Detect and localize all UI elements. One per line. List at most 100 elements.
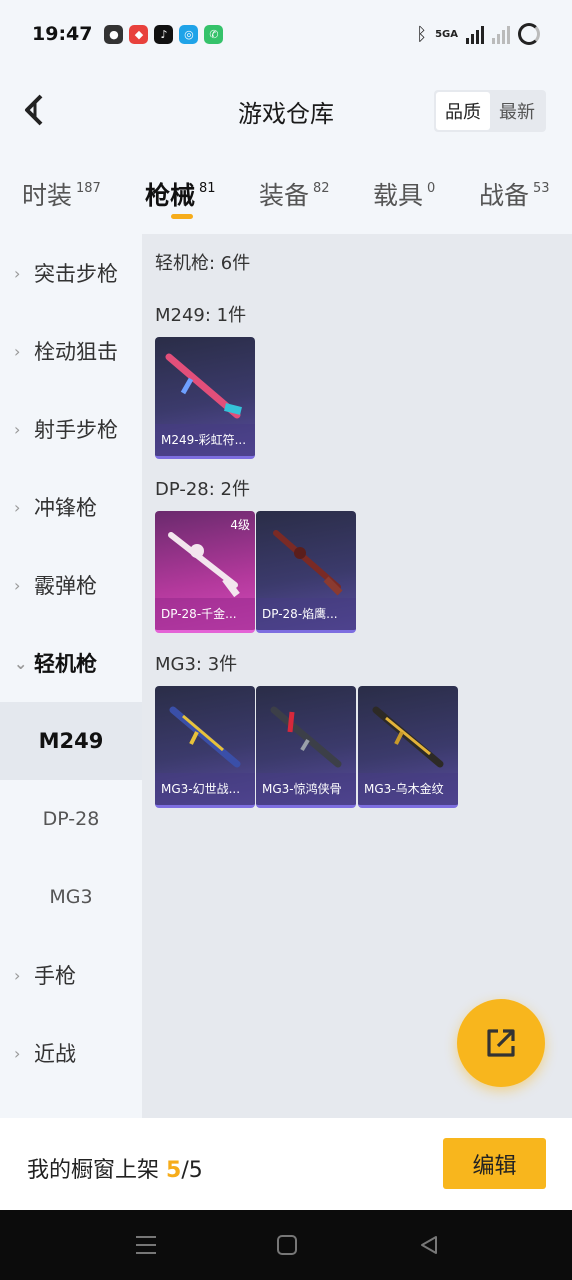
back-nav-button[interactable] — [416, 1232, 442, 1258]
item-card-label: DP-28-千金... — [155, 598, 255, 630]
tab-label: 载具 — [373, 181, 424, 210]
tab-label: 枪械 — [145, 181, 196, 210]
tab-label: 时装 — [22, 181, 73, 210]
gun-icon — [372, 706, 444, 768]
tiktok-icon: ♪ — [154, 24, 174, 44]
tab-label: 装备 — [259, 181, 310, 210]
phone-icon: ✆ — [204, 24, 224, 44]
chevron-right-icon: › — [14, 341, 21, 361]
sidebar-item-shotgun[interactable]: › 霰弹枪 — [0, 546, 142, 624]
group-title-dp28: DP-28: 2件 — [155, 479, 250, 500]
item-card-label: DP-28-焰鹰... — [256, 598, 356, 630]
sidebar-item-bolt-sniper[interactable]: › 栓动狙击 — [0, 312, 142, 390]
sidebar-item-label: 手枪 — [34, 964, 76, 988]
network-label: 5GA — [435, 28, 458, 40]
sidebar-item-label: 近战 — [34, 1042, 76, 1066]
gun-icon — [273, 530, 343, 596]
chevron-down-icon: ⌄ — [14, 653, 28, 673]
item-card[interactable]: MG3-幻世战... — [155, 686, 255, 808]
item-card[interactable]: DP-28-焰鹰... — [256, 511, 356, 633]
gun-icon — [168, 532, 240, 598]
sidebar-item-label: 冲锋枪 — [34, 496, 97, 520]
system-nav-bar — [0, 1210, 572, 1280]
tab-count: 82 — [313, 181, 330, 196]
tab-fashion[interactable]: 时装 187 — [22, 176, 101, 212]
sidebar-item-melee[interactable]: › 近战 — [0, 1014, 142, 1092]
sidebar-item-label: 轻机枪 — [34, 652, 97, 676]
chevron-right-icon: › — [14, 497, 21, 517]
tab-count: 0 — [427, 181, 436, 196]
gun-icon — [169, 706, 241, 768]
sidebar-item-label: 射手步枪 — [34, 418, 118, 442]
tab-supplies[interactable]: 战备 53 — [479, 176, 550, 212]
showcase-current: 5 — [166, 1158, 182, 1183]
tab-label: 战备 — [479, 181, 530, 210]
tab-equipment[interactable]: 装备 82 — [259, 176, 330, 212]
sidebar-subitem-mg3[interactable]: MG3 — [0, 858, 142, 936]
signal-icon — [466, 24, 484, 44]
item-card[interactable]: 4级 DP-28-千金... — [155, 511, 255, 633]
chevron-right-icon: › — [14, 965, 21, 985]
signal-secondary-icon — [492, 24, 510, 44]
showcase-label: 我的橱窗上架 — [27, 1158, 160, 1183]
gun-icon — [165, 353, 242, 419]
sidebar-item-marksman-rifle[interactable]: › 射手步枪 — [0, 390, 142, 468]
category-title: 轻机枪: 6件 — [155, 253, 251, 274]
item-card[interactable]: MG3-惊鸿侠骨 — [256, 686, 356, 808]
sort-newest-button[interactable]: 最新 — [490, 92, 544, 130]
chevron-right-icon: › — [14, 1043, 21, 1063]
sidebar-item-lmg[interactable]: ⌄ 轻机枪 — [0, 624, 142, 702]
menu-icon — [136, 1236, 156, 1254]
group-title-mg3: MG3: 3件 — [155, 654, 238, 675]
home-nav-button[interactable] — [274, 1232, 300, 1258]
chevron-right-icon: › — [14, 263, 21, 283]
category-tabs: 时装 187 枪械 81 装备 82 载具 0 战备 53 — [0, 160, 572, 230]
showcase-total: /5 — [181, 1158, 203, 1183]
chevron-right-icon: › — [14, 419, 21, 439]
battery-icon — [518, 23, 540, 45]
gun-icon — [270, 706, 342, 768]
sidebar: › 突击步枪 › 栓动狙击 › 射手步枪 › 冲锋枪 › 霰弹枪 ⌄ 轻机枪 M249 DP… — [0, 234, 142, 1118]
app-blue-icon: ◎ — [179, 24, 199, 44]
item-card-label: M249-彩虹符... — [155, 424, 255, 456]
back-triangle-icon — [421, 1236, 437, 1254]
status-right: ᛒ 5GA — [416, 23, 540, 45]
tab-active-indicator — [171, 214, 193, 219]
header: 游戏仓库 品质 最新 — [0, 68, 572, 152]
chevron-right-icon: › — [14, 575, 21, 595]
status-bar: 19:47 ● ◆ ♪ ◎ ✆ ᛒ 5GA — [0, 0, 572, 68]
sort-quality-button[interactable]: 品质 — [436, 92, 490, 130]
home-icon — [277, 1235, 297, 1255]
app-red-icon: ◆ — [129, 24, 149, 44]
tab-count: 187 — [76, 181, 101, 196]
sidebar-item-assault-rifle[interactable]: › 突击步枪 — [0, 234, 142, 312]
group-title-m249: M249: 1件 — [155, 305, 247, 326]
tab-vehicles[interactable]: 载具 0 — [373, 176, 435, 212]
item-card-label: MG3-乌木金纹 — [358, 773, 458, 805]
item-grid: 轻机枪: 6件 M249: 1件 M249-彩虹符... DP-28: 2件 4… — [142, 234, 572, 1118]
share-external-icon — [487, 1029, 515, 1057]
tab-count: 53 — [533, 181, 550, 196]
item-card[interactable]: MG3-乌木金纹 — [358, 686, 458, 808]
tab-count: 81 — [199, 181, 216, 196]
sort-toggle: 品质 最新 — [434, 90, 546, 132]
item-card-label: MG3-惊鸿侠骨 — [256, 773, 356, 805]
item-card[interactable]: M249-彩虹符... — [155, 337, 255, 459]
notification-icons: ● ◆ ♪ ◎ ✆ — [104, 24, 224, 44]
sidebar-item-label: 霰弹枪 — [34, 574, 97, 598]
tab-firearms[interactable]: 枪械 81 — [145, 176, 216, 212]
edit-button[interactable]: 编辑 — [443, 1138, 546, 1189]
sidebar-subitem-dp28[interactable]: DP-28 — [0, 780, 142, 858]
sidebar-subitem-m249[interactable]: M249 — [0, 702, 142, 780]
sidebar-item-smg[interactable]: › 冲锋枪 — [0, 468, 142, 546]
showcase-bar: 我的橱窗上架 5/5 编辑 — [0, 1118, 572, 1210]
showcase-status: 我的橱窗上架 5/5 — [27, 1152, 203, 1184]
sidebar-item-pistol[interactable]: › 手枪 — [0, 936, 142, 1014]
sidebar-item-label: 栓动狙击 — [34, 340, 118, 364]
sidebar-item-label: 突击步枪 — [34, 262, 118, 286]
wechat-icon: ● — [104, 24, 124, 44]
item-card-label: MG3-幻世战... — [155, 773, 255, 805]
share-fab-button[interactable] — [457, 999, 545, 1087]
status-time: 19:47 — [32, 23, 93, 45]
menu-nav-button[interactable] — [133, 1232, 159, 1258]
